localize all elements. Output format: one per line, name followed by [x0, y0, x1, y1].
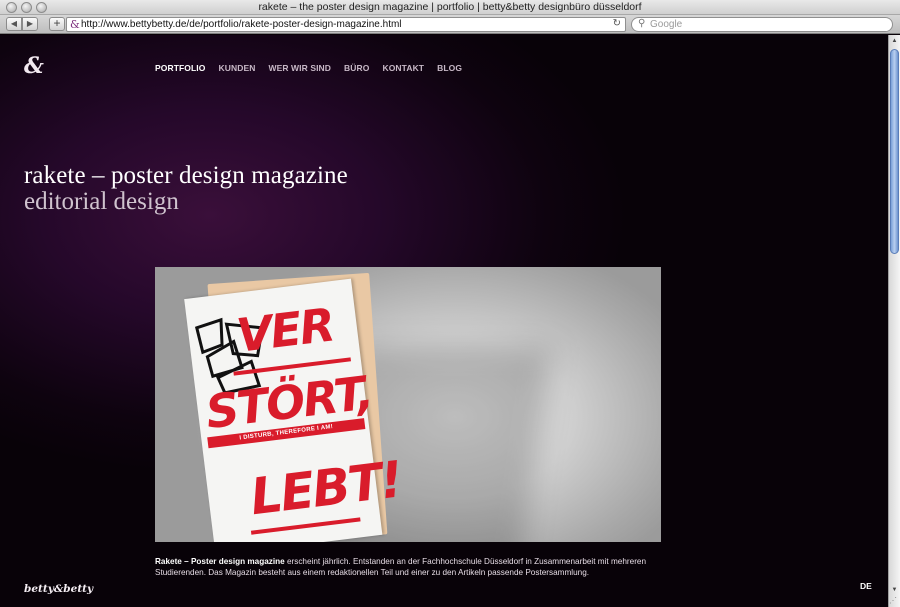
page-subtitle: editorial design	[24, 188, 179, 215]
magazine-cover: VER STÖRT, I DISTURB, THEREFORE I AM! LE…	[184, 278, 404, 542]
add-bookmark-button[interactable]: +	[49, 17, 65, 31]
nav-item-portfolio[interactable]: PORTFOLIO	[155, 63, 205, 73]
site-logo-icon[interactable]: &	[24, 53, 44, 79]
page-title: rakete – poster design magazine	[24, 162, 348, 189]
caption-title: Rakete – Poster design magazine	[155, 557, 285, 566]
window-title: rakete – the poster design magazine | po…	[258, 1, 642, 13]
forward-button[interactable]: ▶	[22, 17, 38, 31]
back-arrow-icon: ◀	[10, 19, 18, 28]
back-button[interactable]: ◀	[6, 17, 22, 31]
nav-item-kunden[interactable]: KUNDEN	[218, 63, 255, 73]
search-icon[interactable]: ⚲	[638, 18, 645, 29]
reload-icon[interactable]: ↻	[613, 18, 621, 29]
browser-toolbar: ◀ ▶ + & http://www.bettybetty.de/de/port…	[0, 15, 900, 34]
resize-grip-icon[interactable]: ⋰	[889, 596, 899, 606]
nav-item-wer-wir-sind[interactable]: WER WIR SIND	[268, 63, 331, 73]
nav-item-kontakt[interactable]: KONTAKT	[382, 63, 424, 73]
project-heading: rakete – poster design magazine editoria…	[24, 163, 348, 215]
scroll-up-icon[interactable]: ▲	[890, 37, 899, 46]
project-photo: VER STÖRT, I DISTURB, THEREFORE I AM! LE…	[155, 267, 661, 542]
search-placeholder: Google	[650, 19, 683, 30]
language-switch[interactable]: DE	[860, 581, 872, 591]
window-titlebar: rakete – the poster design magazine | po…	[0, 0, 900, 15]
footer-logo[interactable]: betty&betty	[24, 583, 93, 595]
scroll-thumb[interactable]	[890, 49, 899, 254]
project-caption: Rakete – Poster design magazine erschein…	[155, 556, 655, 578]
forward-arrow-icon: ▶	[26, 19, 34, 28]
scroll-down-icon[interactable]: ▼	[890, 586, 899, 595]
page-viewport: & PORTFOLIO KUNDEN WER WIR SIND BÜRO KON…	[0, 35, 888, 607]
address-bar[interactable]: & http://www.bettybetty.de/de/portfolio/…	[66, 17, 626, 32]
vertical-scrollbar[interactable]: ▲ ▼	[888, 35, 900, 607]
search-field[interactable]: ⚲ Google	[631, 17, 893, 32]
main-nav: PORTFOLIO KUNDEN WER WIR SIND BÜRO KONTA…	[155, 63, 475, 73]
site-favicon-icon: &	[70, 18, 80, 31]
magazine-image: VER STÖRT, I DISTURB, THEREFORE I AM! LE…	[183, 269, 404, 542]
nav-item-blog[interactable]: BLOG	[437, 63, 462, 73]
nav-item-buero[interactable]: BÜRO	[344, 63, 369, 73]
cover-line-ver: VER	[233, 297, 337, 363]
url-field[interactable]: http://www.bettybetty.de/de/portfolio/ra…	[81, 19, 402, 30]
